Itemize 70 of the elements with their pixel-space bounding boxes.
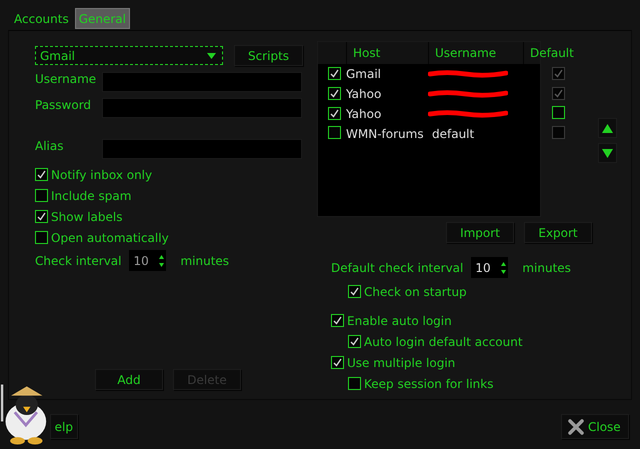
checkbox[interactable] <box>328 107 341 120</box>
check-icon <box>350 287 359 296</box>
checkbox[interactable] <box>348 285 361 298</box>
column-header[interactable]: Default <box>523 42 574 64</box>
username-cell-text: default <box>431 127 476 141</box>
option-label: Notify inbox only <box>51 168 152 182</box>
option-label: Check on startup <box>364 284 467 298</box>
text-field[interactable] <box>102 139 302 159</box>
check-icon <box>37 170 46 179</box>
column-header[interactable]: Username <box>428 42 523 64</box>
host-cell-text: WMN-forums <box>346 127 425 141</box>
spin-arrows-icon[interactable] <box>501 260 506 274</box>
checkbox[interactable] <box>35 231 48 244</box>
checkbox[interactable] <box>35 168 48 181</box>
option-label: Auto login default account <box>364 334 523 348</box>
checkbox[interactable] <box>35 210 48 223</box>
import-button[interactable]: Import <box>446 222 514 243</box>
host-cell-text: Yahoo <box>346 107 382 121</box>
field-label: Password <box>35 98 92 112</box>
text-field[interactable] <box>102 98 302 118</box>
scripts-button[interactable]: Scripts <box>234 45 303 66</box>
unit-label: minutes <box>522 260 571 274</box>
caret-icon <box>207 52 216 58</box>
checkbox[interactable] <box>331 356 344 369</box>
spin-arrows-icon[interactable] <box>159 254 164 268</box>
check-icon <box>333 358 342 367</box>
close-icon <box>568 418 584 434</box>
option-label: Keep session for links <box>364 376 494 390</box>
check-icon <box>350 337 359 346</box>
checkbox[interactable] <box>348 377 361 390</box>
interval-spinbox[interactable]: 10 <box>129 250 166 271</box>
interval-label: Check interval <box>35 254 122 268</box>
check-icon <box>37 212 46 221</box>
up-triangle-icon <box>602 124 613 132</box>
move-down-button[interactable] <box>598 143 617 163</box>
option-label: Open automatically <box>51 230 169 244</box>
check-icon <box>330 109 339 118</box>
host-cell-text: Gmail <box>346 67 382 81</box>
text-field[interactable] <box>102 72 302 92</box>
column-header[interactable]: Host <box>346 42 428 64</box>
checkbox[interactable] <box>35 189 48 202</box>
interval-spinbox[interactable]: 10 <box>471 257 508 278</box>
help-button[interactable]: elp <box>50 414 78 439</box>
checkbox[interactable] <box>328 87 341 100</box>
checkbox[interactable] <box>331 314 344 327</box>
checkbox[interactable] <box>328 67 341 80</box>
export-button[interactable]: Export <box>524 222 592 243</box>
add-button[interactable]: Add <box>95 369 163 390</box>
check-icon <box>330 89 339 98</box>
checkbox[interactable] <box>348 335 361 348</box>
unit-label: minutes <box>180 254 230 268</box>
close-button[interactable]: Close <box>561 414 629 439</box>
checkbox[interactable] <box>552 106 565 119</box>
check-icon <box>330 69 339 78</box>
move-up-button[interactable] <box>598 118 617 138</box>
host-dropdown[interactable]: Gmail <box>35 46 223 65</box>
field-label: Username <box>35 72 98 86</box>
down-triangle-icon <box>602 148 613 158</box>
option-label: Show labels <box>51 210 122 224</box>
host-cell-text: Yahoo <box>346 87 382 101</box>
option-label: Enable auto login <box>347 314 452 328</box>
tab[interactable]: Accounts <box>10 8 73 29</box>
check-icon <box>333 316 342 325</box>
field-label: Alias <box>35 139 64 153</box>
option-label: Include spam <box>51 188 132 202</box>
checkbox[interactable] <box>328 126 341 139</box>
option-label: Use multiple login <box>347 356 456 370</box>
interval-label: Default check interval <box>331 260 464 274</box>
check-icon <box>554 69 563 78</box>
check-icon <box>554 89 563 98</box>
